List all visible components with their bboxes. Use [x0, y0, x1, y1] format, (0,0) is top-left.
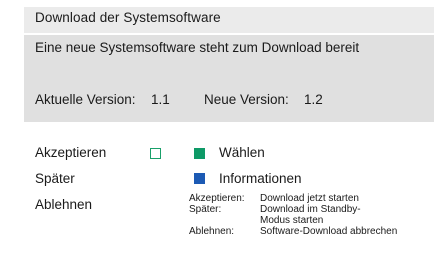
- info-area: Eine neue Systemsoftware steht zum Downl…: [24, 35, 434, 122]
- help-key-later: Später:: [189, 204, 222, 215]
- help-key-accept: Akzeptieren:: [189, 193, 245, 204]
- help-text-later: Download im Standby-Modus starten: [260, 204, 361, 226]
- help-text-decline: Software-Download abbrechen: [260, 226, 398, 237]
- help-row: Akzeptieren: Download jetzt starten: [189, 193, 435, 204]
- new-version-label: Neue Version:: [204, 92, 289, 107]
- green-key-icon: [194, 148, 205, 159]
- current-version-label: Aktuelle Version:: [35, 92, 136, 107]
- dialog-title: Download der Systemsoftware: [35, 10, 221, 25]
- title-bar: Download der Systemsoftware: [24, 7, 434, 33]
- help-row: Später: Download im Standby-Modus starte…: [189, 204, 435, 226]
- select-key-label[interactable]: Wählen: [219, 145, 265, 160]
- current-version-value: 1.1: [151, 92, 170, 107]
- info-key-label[interactable]: Informationen: [219, 171, 302, 186]
- update-message: Eine neue Systemsoftware steht zum Downl…: [35, 40, 360, 55]
- blue-key-icon: [194, 173, 205, 184]
- new-version-value: 1.2: [304, 92, 323, 107]
- version-row: Aktuelle Version: 1.1 Neue Version: 1.2: [35, 92, 323, 107]
- help-row: Ablehnen: Software-Download abbrechen: [189, 226, 435, 237]
- help-text: Akzeptieren: Download jetzt starten Spät…: [189, 193, 435, 237]
- help-key-decline: Ablehnen:: [189, 226, 235, 237]
- menu-item-decline[interactable]: Ablehnen: [35, 197, 92, 212]
- help-text-accept: Download jetzt starten: [260, 193, 359, 204]
- menu-item-accept[interactable]: Akzeptieren: [35, 145, 106, 160]
- selected-option-indicator-icon: [150, 148, 161, 159]
- menu-item-later[interactable]: Später: [35, 171, 75, 186]
